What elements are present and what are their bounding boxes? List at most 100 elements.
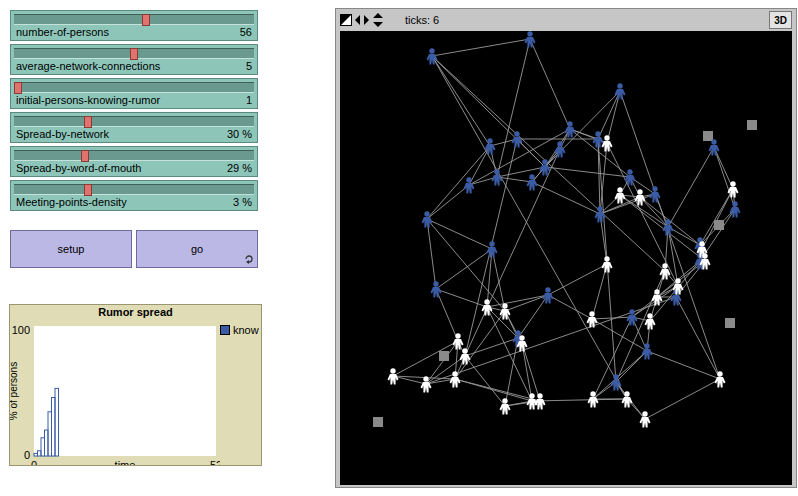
network-link xyxy=(620,91,720,379)
slider-value: 5 xyxy=(246,59,252,74)
plot-bar xyxy=(48,412,52,456)
slider[interactable]: number-of-persons56 xyxy=(10,10,258,41)
network-link xyxy=(548,264,607,295)
world-view: ticks: 63D xyxy=(335,8,797,488)
slider-track[interactable] xyxy=(14,184,254,195)
person xyxy=(709,139,720,155)
network-link xyxy=(532,182,600,214)
slider[interactable]: Meeting-points-density3 % xyxy=(10,180,258,211)
slider-track[interactable] xyxy=(14,82,254,93)
network-link xyxy=(517,139,598,140)
person xyxy=(450,371,461,387)
slider-knob[interactable] xyxy=(14,82,22,94)
slider-knob[interactable] xyxy=(130,48,138,60)
person xyxy=(482,299,493,315)
legend-label: know xyxy=(233,322,259,339)
slider-track[interactable] xyxy=(14,150,254,161)
slider-track[interactable] xyxy=(14,14,254,25)
slider-label: Spread-by-network xyxy=(16,127,109,142)
person xyxy=(615,83,626,99)
person xyxy=(492,169,503,185)
slider-knob[interactable] xyxy=(84,116,92,128)
network-link xyxy=(487,307,532,401)
person xyxy=(650,186,661,202)
network-link xyxy=(598,139,616,382)
person xyxy=(525,31,536,47)
person xyxy=(673,278,684,294)
3d-button[interactable]: 3D xyxy=(769,11,792,29)
slider-label: initial-persons-knowing-rumor xyxy=(16,93,160,108)
network-link xyxy=(505,295,548,311)
plot-bar xyxy=(41,438,45,456)
person xyxy=(565,121,576,137)
person xyxy=(487,241,498,257)
plot-title: Rumor spread xyxy=(10,305,261,320)
network-link xyxy=(645,379,720,419)
person xyxy=(663,219,674,235)
network-link xyxy=(632,286,678,317)
slider[interactable]: average-network-connections5 xyxy=(10,44,258,75)
network-link xyxy=(620,195,705,261)
slider-value: 30 % xyxy=(227,127,252,142)
button[interactable]: go xyxy=(136,230,258,268)
network-link xyxy=(427,219,436,289)
network-link xyxy=(432,56,545,167)
network-link xyxy=(487,249,492,307)
network-link xyxy=(545,91,620,167)
network-link xyxy=(532,399,627,401)
slider-list: number-of-persons56average-network-conne… xyxy=(10,10,335,211)
person xyxy=(697,241,708,257)
meeting-point xyxy=(439,351,449,361)
network-link xyxy=(492,249,505,311)
slider-knob[interactable] xyxy=(84,184,92,196)
plot-chart: 1000% of persons0time52 xyxy=(10,320,220,465)
plot-bar xyxy=(52,398,56,457)
slider-label: Spread-by-word-of-mouth xyxy=(16,161,141,176)
network-link xyxy=(427,219,505,311)
person xyxy=(512,131,523,147)
button[interactable]: setup xyxy=(10,230,132,268)
network-link xyxy=(487,307,518,338)
person xyxy=(527,174,538,190)
meeting-point xyxy=(725,318,735,328)
network-link xyxy=(393,341,458,376)
network-link xyxy=(592,317,632,319)
network-link xyxy=(620,195,668,227)
network-link xyxy=(545,129,570,167)
network-link xyxy=(436,289,458,341)
person xyxy=(652,289,663,305)
person xyxy=(460,348,471,364)
person xyxy=(645,313,656,329)
plot-bar xyxy=(55,388,59,456)
horizontal-arrows-icon[interactable] xyxy=(355,14,369,26)
slider[interactable]: Spread-by-word-of-mouth29 % xyxy=(10,146,258,177)
svg-text:52: 52 xyxy=(210,459,220,465)
slider-track[interactable] xyxy=(14,116,254,127)
network-link xyxy=(427,185,469,219)
vertical-arrows-icon[interactable] xyxy=(372,13,384,27)
plot: Rumor spread1000% of persons0time52 know xyxy=(9,304,262,466)
edges-icon[interactable] xyxy=(340,14,352,26)
world-canvas[interactable] xyxy=(340,31,792,485)
ticks-counter: ticks: 6 xyxy=(405,12,766,29)
person xyxy=(421,376,432,392)
slider[interactable]: Spread-by-network 30 % xyxy=(10,112,258,143)
plot-bar xyxy=(45,430,49,456)
person xyxy=(427,48,438,64)
slider-knob[interactable] xyxy=(142,14,150,26)
svg-text:0: 0 xyxy=(31,459,37,465)
slider[interactable]: initial-persons-knowing-rumor1 xyxy=(10,78,258,109)
network-link xyxy=(607,143,678,286)
slider-track[interactable] xyxy=(14,48,254,59)
person xyxy=(388,368,399,384)
person xyxy=(602,135,613,151)
network-link xyxy=(522,343,540,401)
meeting-point xyxy=(373,417,383,427)
slider-knob[interactable] xyxy=(81,150,89,162)
slider-value: 56 xyxy=(240,25,252,40)
network-link xyxy=(469,129,570,185)
view-toolbar: ticks: 63D xyxy=(340,9,792,31)
person xyxy=(500,398,511,414)
network-link xyxy=(436,249,492,289)
person xyxy=(543,287,554,303)
